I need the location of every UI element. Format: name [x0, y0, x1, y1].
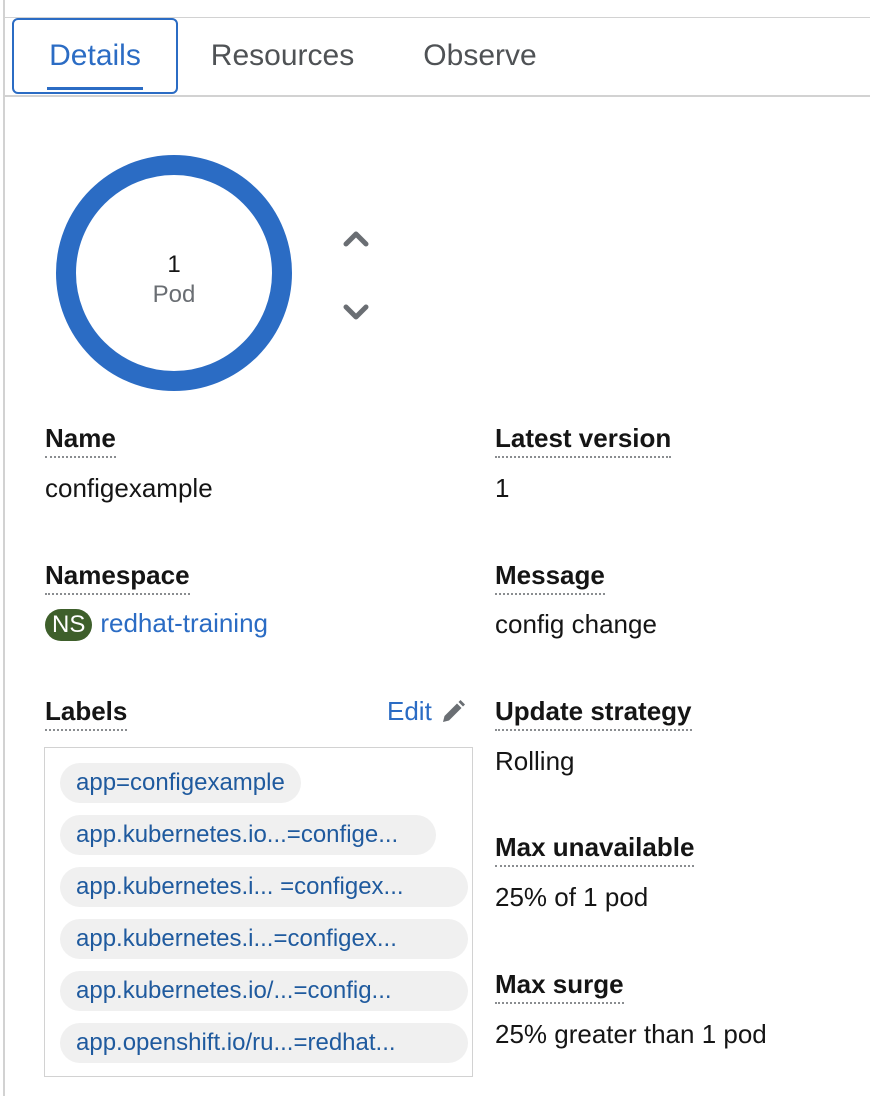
message-term-label: Message [495, 560, 605, 595]
label-chip[interactable]: app.kubernetes.i...=configex... [60, 919, 468, 959]
name-term: Name [45, 423, 116, 458]
scale-up-button[interactable] [338, 220, 374, 256]
namespace-term-label: Namespace [45, 560, 190, 595]
tab-observe[interactable]: Observe [410, 18, 550, 94]
message-term: Message [495, 560, 605, 595]
namespace-link[interactable]: redhat-training [100, 608, 268, 638]
max-unavailable-term: Max unavailable [495, 832, 695, 867]
tabs-divider [5, 95, 870, 97]
tab-resources-label: Resources [210, 39, 355, 72]
labels-term: Labels [45, 696, 128, 731]
labels-term-label: Labels [45, 696, 128, 731]
edit-labels-label: Edit [387, 696, 432, 726]
max-surge-term-label: Max surge [495, 969, 624, 1004]
active-tab-indicator [47, 87, 143, 90]
scale-down-button[interactable] [338, 294, 374, 330]
pod-count: 1 [167, 251, 181, 278]
name-term-label: Name [45, 423, 116, 458]
namespace-term: Namespace [45, 560, 190, 595]
tab-details-label: Details [49, 39, 141, 72]
update-strategy-value: Rolling [495, 746, 575, 776]
edit-labels-button[interactable]: Edit [387, 696, 466, 727]
label-chip[interactable]: app.kubernetes.io...=confige... [60, 815, 436, 855]
namespace-badge: NS [45, 609, 93, 642]
max-unavailable-value: 25% of 1 pod [495, 882, 649, 912]
update-strategy-term-label: Update strategy [495, 696, 692, 731]
pencil-icon [442, 699, 465, 722]
chevron-up-icon [343, 231, 369, 247]
max-surge-term: Max surge [495, 969, 624, 1004]
tab-resources[interactable]: Resources [200, 18, 365, 94]
label-chip[interactable]: app.kubernetes.i... =configex... [60, 867, 468, 907]
max-unavailable-term-label: Max unavailable [495, 832, 695, 867]
max-surge-value: 25% greater than 1 pod [495, 1019, 767, 1049]
panel-left-border [3, 0, 5, 1096]
latest-version-value: 1 [495, 473, 510, 503]
label-chip[interactable]: app=configexample [60, 763, 301, 803]
latest-version-term: Latest version [495, 423, 672, 458]
namespace-value: NS redhat-training [45, 608, 268, 642]
tab-observe-label: Observe [423, 39, 537, 72]
tab-details[interactable]: Details [12, 18, 178, 94]
pod-unit-label: Pod [152, 281, 196, 308]
pod-ring: 1 Pod [56, 155, 292, 391]
chevron-down-icon [343, 304, 369, 320]
update-strategy-term: Update strategy [495, 696, 692, 731]
labels-list: app=configexample app.kubernetes.io...=c… [44, 747, 473, 1077]
name-value: configexample [45, 473, 213, 503]
message-value: config change [495, 609, 657, 639]
label-chip[interactable]: app.kubernetes.io/...=config... [60, 971, 468, 1011]
label-chip[interactable]: app.openshift.io/ru...=redhat... [60, 1023, 468, 1063]
latest-version-term-label: Latest version [495, 423, 672, 458]
